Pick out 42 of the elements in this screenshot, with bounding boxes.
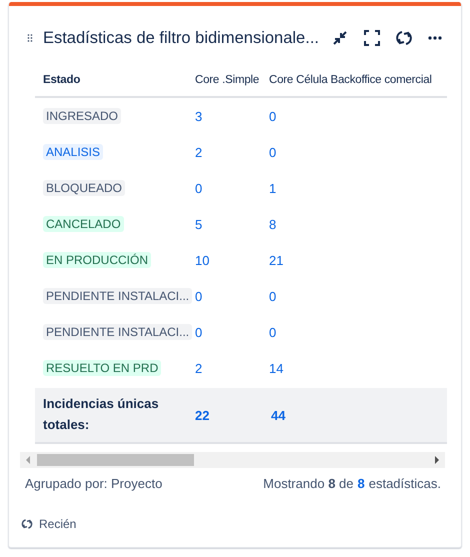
- count-link[interactable]: 0: [195, 324, 269, 340]
- grouped-by-text: Agrupado por: Proyecto: [25, 476, 162, 491]
- column-header: Core .Simple: [195, 74, 260, 86]
- count-link[interactable]: 0: [269, 288, 276, 304]
- summary-text: Mostrando 8 de: [263, 476, 354, 491]
- count-link[interactable]: 8: [269, 216, 276, 232]
- status-lozenge: INGRESADO: [43, 108, 122, 124]
- count-link[interactable]: 2: [195, 360, 269, 376]
- count-link[interactable]: 0: [269, 108, 276, 124]
- summary-text: estadísticas.: [368, 476, 441, 491]
- count-link[interactable]: 5: [195, 216, 269, 232]
- total-count-link[interactable]: 8: [358, 476, 365, 491]
- total-link[interactable]: 22: [193, 408, 269, 422]
- count-link[interactable]: 0: [269, 144, 276, 160]
- fullscreen-icon[interactable]: [363, 29, 381, 47]
- status-lozenge: CANCELADO: [43, 216, 124, 232]
- count-link[interactable]: 10: [195, 252, 269, 268]
- status-lozenge: PENDIENTE INSTALACI...: [43, 324, 192, 340]
- count-link[interactable]: 0: [195, 180, 269, 196]
- status-lozenge: BLOQUEADO: [43, 180, 126, 196]
- count-link[interactable]: 3: [195, 108, 269, 124]
- gadget-title: Estadísticas de filtro bidimensionale...: [42, 28, 319, 48]
- status-lozenge: ANALISIS: [43, 144, 104, 160]
- minimize-icon[interactable]: [331, 29, 349, 47]
- total-link[interactable]: 44: [269, 408, 286, 422]
- totals-label: Incidencias únicas totales:: [43, 395, 160, 434]
- column-header: Estado: [43, 74, 82, 86]
- count-link[interactable]: 0: [195, 288, 269, 304]
- horizontal-scrollbar[interactable]: [20, 452, 445, 468]
- refresh-icon[interactable]: [395, 29, 413, 47]
- status-lozenge: EN PRODUCCIÓN: [43, 252, 152, 268]
- column-header: Core Célula Backoffice comercial: [269, 74, 432, 86]
- refresh-icon: [21, 518, 33, 530]
- status-lozenge: RESUELTO EN PRD: [43, 360, 162, 376]
- updated-text: Recién: [39, 517, 76, 531]
- status-lozenge: PENDIENTE INSTALACI...: [43, 288, 192, 304]
- count-link[interactable]: 21: [269, 252, 284, 268]
- count-link[interactable]: 1: [269, 180, 276, 196]
- drag-handle-icon[interactable]: [27, 32, 33, 44]
- count-link[interactable]: 14: [269, 360, 284, 376]
- count-link[interactable]: 0: [269, 324, 276, 340]
- count-link[interactable]: 2: [195, 144, 269, 160]
